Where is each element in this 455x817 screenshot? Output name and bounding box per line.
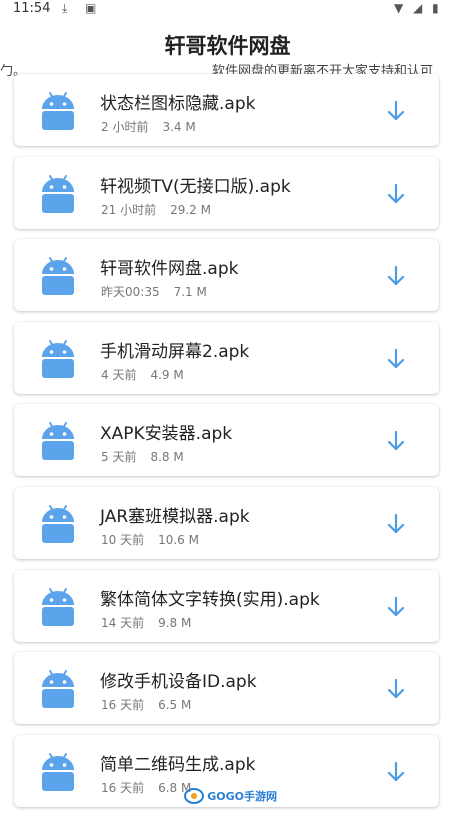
- watermark-text: GOGO手游网: [207, 790, 277, 803]
- file-meta: 昨天00:35 7.1 M: [101, 283, 207, 300]
- file-name: 手机滑动屏幕2.apk: [100, 341, 250, 362]
- android-icon: [42, 587, 74, 626]
- watermark: GOGO手游网: [184, 788, 277, 804]
- file-meta: 21 小时前 29.2 M: [101, 201, 211, 218]
- android-icon: [42, 752, 74, 791]
- file-time: 16 天前: [101, 780, 145, 795]
- file-size: 29.2 M: [170, 202, 211, 217]
- file-time: 10 天前: [101, 532, 145, 547]
- file-list-item[interactable]: 繁体简体文字转换(实用).apk 14 天前 9.8 M: [14, 569, 439, 642]
- notification-a-icon: ▣: [85, 1, 97, 15]
- file-meta: 4 天前 4.9 M: [101, 366, 184, 383]
- file-name: 状态栏图标隐藏.apk: [100, 94, 256, 114]
- file-name: XAPK安装器.apk: [100, 424, 233, 445]
- file-name: 简单二维码生成.apk: [100, 754, 256, 775]
- file-name: 轩哥软件网盘.apk: [100, 259, 239, 280]
- android-icon: [42, 339, 74, 378]
- file-time: 昨天00:35: [101, 285, 160, 300]
- file-meta: 14 天前 9.8 M: [101, 614, 191, 631]
- file-name: 轩视频TV(无接口版).apk: [100, 176, 291, 197]
- file-size: 3.4 M: [162, 120, 196, 134]
- file-size: 7.1 M: [173, 285, 207, 300]
- file-size: 4.9 M: [150, 367, 184, 382]
- file-list-item[interactable]: 轩哥软件网盘.apk 昨天00:35 7.1 M: [14, 239, 439, 312]
- status-time: 11:54: [13, 1, 51, 16]
- file-size: 9.8 M: [158, 615, 192, 630]
- android-icon: [42, 422, 74, 461]
- signal-icon: ◢: [413, 1, 423, 15]
- file-time: 16 天前: [101, 698, 145, 713]
- file-list-item[interactable]: 手机滑动屏幕2.apk 4 天前 4.9 M: [14, 321, 439, 394]
- file-list: 状态栏图标隐藏.apk 2 小时前 3.4 M 轩视频TV(无接口版).apk 21 小…: [14, 74, 439, 817]
- file-list-item[interactable]: 轩视频TV(无接口版).apk 21 小时前 29.2 M: [14, 156, 439, 229]
- file-list-item[interactable]: 修改手机设备ID.apk 16 天前 6.5 M: [14, 652, 439, 725]
- file-size: 8.8 M: [150, 450, 184, 465]
- file-list-item[interactable]: 状态栏图标隐藏.apk 2 小时前 3.4 M: [14, 74, 439, 146]
- file-size: 6.5 M: [158, 698, 192, 713]
- download-arrow-icon[interactable]: [386, 678, 406, 700]
- android-icon: [42, 174, 74, 213]
- file-meta: 16 天前 6.5 M: [101, 696, 191, 713]
- file-meta: 2 小时前 3.4 M: [101, 118, 196, 135]
- file-meta: 5 天前 8.8 M: [101, 448, 184, 465]
- download-arrow-icon[interactable]: [386, 596, 406, 618]
- download-arrow-icon[interactable]: [386, 430, 406, 452]
- android-icon: [42, 92, 74, 130]
- file-time: 14 天前: [101, 615, 145, 630]
- download-arrow-icon[interactable]: [386, 100, 406, 122]
- battery-icon: ▮: [432, 1, 439, 15]
- android-icon: [42, 257, 74, 296]
- android-icon: [42, 670, 74, 709]
- file-name: 繁体简体文字转换(实用).apk: [100, 589, 320, 610]
- file-time: 4 天前: [101, 367, 137, 382]
- watermark-logo-icon: [184, 788, 205, 804]
- download-arrow-icon[interactable]: [386, 348, 406, 370]
- file-name: JAR塞班模拟器.apk: [100, 506, 250, 527]
- download-status-icon: ⤓: [62, 1, 68, 15]
- download-arrow-icon[interactable]: [386, 183, 406, 205]
- download-arrow-icon[interactable]: [386, 265, 406, 287]
- file-time: 21 小时前: [101, 202, 157, 217]
- file-list-item[interactable]: JAR塞班模拟器.apk 10 天前 10.6 M: [14, 486, 439, 559]
- file-name: 修改手机设备ID.apk: [100, 672, 257, 693]
- file-time: 5 天前: [101, 450, 137, 465]
- file-time: 2 小时前: [101, 120, 149, 134]
- status-bar: 11:54 ⤓ ▣ ▼ ◢ ▮: [0, 0, 455, 18]
- download-arrow-icon[interactable]: [386, 761, 406, 783]
- android-icon: [42, 504, 74, 543]
- file-meta: 16 天前 6.8 M: [101, 779, 191, 796]
- download-arrow-icon[interactable]: [386, 513, 406, 535]
- file-size: 10.6 M: [158, 532, 199, 547]
- page-title: 轩哥软件网盘: [164, 34, 291, 58]
- wifi-icon: ▼: [394, 1, 404, 15]
- file-meta: 10 天前 10.6 M: [101, 531, 199, 548]
- file-list-item[interactable]: XAPK安装器.apk 5 天前 8.8 M: [14, 404, 439, 477]
